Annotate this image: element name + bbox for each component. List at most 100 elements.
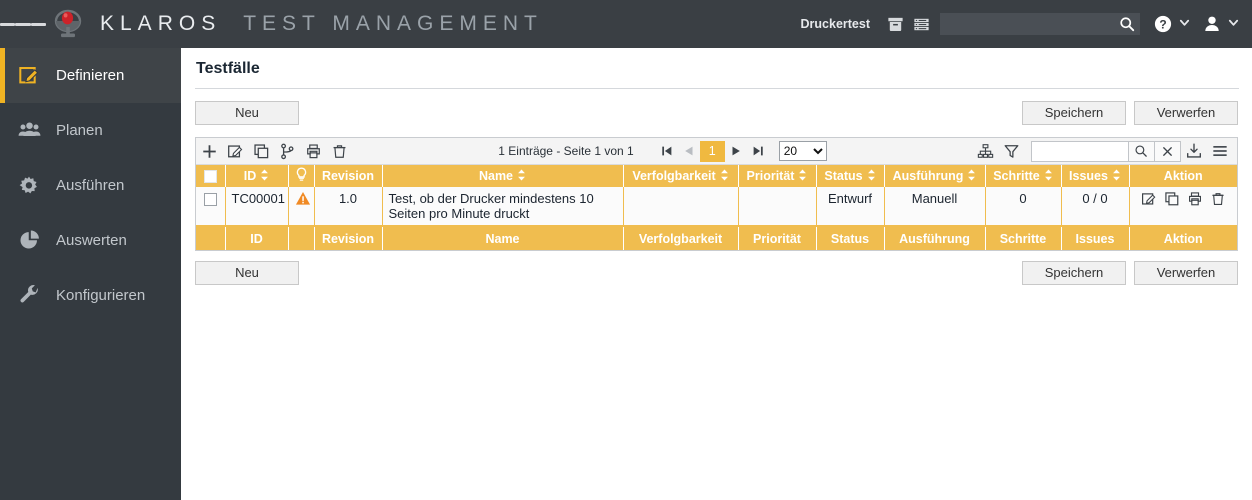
trash-icon[interactable]: [326, 139, 352, 163]
hamburger-icon[interactable]: [0, 0, 46, 48]
footcol-schritte: Schritte: [985, 226, 1062, 250]
cell-name[interactable]: Test, ob der Drucker mindestens 10 Seite…: [382, 187, 624, 227]
row-print-icon[interactable]: [1187, 191, 1203, 207]
footcol-status: Status: [816, 226, 885, 250]
help-circle-icon[interactable]: ?: [1150, 11, 1176, 37]
new-button-bottom[interactable]: Neu: [195, 261, 299, 285]
filter-clear-close-icon[interactable]: [1153, 141, 1180, 161]
col-select-all[interactable]: [196, 165, 226, 187]
discard-button-top[interactable]: Verwerfen: [1134, 101, 1238, 125]
table-filter-box[interactable]: [1030, 140, 1181, 162]
row-copy-icon[interactable]: [1164, 191, 1180, 207]
sidebar-item-label: Planen: [56, 122, 103, 139]
branch-icon[interactable]: [274, 139, 300, 163]
col-ausfuehrung[interactable]: Ausführung: [884, 165, 986, 187]
page-size-select[interactable]: 20: [778, 141, 827, 161]
klaros-logo[interactable]: [46, 0, 90, 48]
top-button-row: Neu Speichern Verwerfen: [195, 101, 1238, 125]
discard-button-bottom[interactable]: Verwerfen: [1134, 261, 1238, 285]
archive-box-icon[interactable]: [882, 11, 908, 37]
sort-icon[interactable]: [720, 169, 729, 184]
hamburger-bar: [0, 22, 16, 26]
sidebar-item-label: Definieren: [56, 67, 125, 84]
footcol-verfolgbarkeit: Verfolgbarkeit: [623, 226, 739, 250]
sidebar-item-definieren[interactable]: Definieren: [0, 48, 181, 103]
testcase-id-link[interactable]: TC00001: [232, 191, 285, 206]
warning-triangle-icon[interactable]: [295, 191, 311, 209]
main-content: Testfälle Neu Speichern Verwerfen 1 Eint…: [181, 48, 1252, 500]
footcol-select: [196, 226, 226, 250]
svg-text:?: ?: [1159, 17, 1166, 31]
row-checkbox[interactable]: [203, 193, 217, 207]
last-page-icon[interactable]: [747, 140, 769, 162]
col-schritte[interactable]: Schritte: [985, 165, 1062, 187]
col-id[interactable]: ID: [225, 165, 289, 187]
sidebar-item-konfigurieren[interactable]: Konfigurieren: [0, 268, 181, 323]
list-menu-icon[interactable]: [1207, 139, 1233, 163]
row-trash-icon[interactable]: [1210, 191, 1226, 207]
sort-icon[interactable]: [1112, 169, 1121, 184]
footcol-ausfuehrung: Ausführung: [884, 226, 986, 250]
sidebar-item-ausfuehren[interactable]: Ausführen: [0, 158, 181, 213]
print-icon[interactable]: [300, 139, 326, 163]
col-issues[interactable]: Issues: [1061, 165, 1130, 187]
sort-icon[interactable]: [967, 169, 976, 184]
table-filter-input[interactable]: [1031, 141, 1128, 161]
current-page-number[interactable]: 1: [699, 140, 725, 162]
sidebar: Definieren Planen Ausführen Auswerten Ko…: [0, 48, 181, 500]
edit-square-icon[interactable]: [222, 139, 248, 163]
sort-icon[interactable]: [798, 169, 807, 184]
users-group-icon: [18, 119, 52, 142]
filter-search-icon[interactable]: [1127, 141, 1154, 161]
sort-icon[interactable]: [517, 169, 526, 184]
filter-icon[interactable]: [999, 139, 1025, 163]
col-issues-label: Issues: [1069, 169, 1108, 183]
prev-page-icon[interactable]: [678, 140, 700, 162]
sitemap-icon[interactable]: [973, 139, 999, 163]
cell-issues: 0 / 0: [1061, 187, 1130, 227]
download-icon[interactable]: [1181, 139, 1207, 163]
global-search-input[interactable]: [940, 14, 1114, 34]
next-page-icon[interactable]: [725, 140, 747, 162]
save-button-bottom[interactable]: Speichern: [1022, 261, 1126, 285]
sidebar-item-planen[interactable]: Planen: [0, 103, 181, 158]
cell-schritte: 0: [985, 187, 1062, 227]
table-toolbar: 1 Einträge - Seite 1 von 1 1 20: [196, 138, 1237, 165]
sort-icon[interactable]: [260, 169, 269, 184]
sort-icon[interactable]: [1044, 169, 1053, 184]
table-row[interactable]: TC00001 1.0 Test, ob der Drucker mindest…: [196, 187, 1237, 227]
row-select-cell[interactable]: [196, 187, 226, 227]
pagination-controls: 1 20: [656, 140, 827, 162]
col-name-label: Name: [478, 169, 514, 183]
user-icon[interactable]: [1199, 11, 1225, 37]
sidebar-item-label: Auswerten: [56, 232, 127, 249]
brand-test-management: TEST MANAGEMENT: [243, 12, 543, 35]
cell-revision: 1.0: [314, 187, 383, 227]
row-edit-square-icon[interactable]: [1141, 191, 1157, 207]
global-search[interactable]: [940, 13, 1140, 35]
cell-id[interactable]: TC00001: [225, 187, 289, 227]
sidebar-item-auswerten[interactable]: Auswerten: [0, 213, 181, 268]
select-all-checkbox[interactable]: [203, 170, 217, 184]
table-foot: ID Revision Name Verfolgbarkeit Prioritä…: [196, 226, 1237, 250]
footcol-id: ID: [225, 226, 289, 250]
plus-icon[interactable]: [196, 139, 222, 163]
copy-icon[interactable]: [248, 139, 274, 163]
server-rack-icon[interactable]: [908, 11, 934, 37]
col-revision: Revision: [314, 165, 383, 187]
col-status[interactable]: Status: [816, 165, 885, 187]
col-verfolgbarkeit[interactable]: Verfolgbarkeit: [623, 165, 739, 187]
footcol-lightbulb: [288, 226, 315, 250]
col-prioritaet[interactable]: Priorität: [738, 165, 817, 187]
col-name[interactable]: Name: [382, 165, 624, 187]
user-chevron-down-icon[interactable]: [1227, 16, 1240, 32]
cell-verfolgbarkeit: [623, 187, 739, 227]
brand-klaros: KLAROS: [100, 12, 222, 35]
save-button-top[interactable]: Speichern: [1022, 101, 1126, 125]
footcol-revision: Revision: [314, 226, 383, 250]
help-chevron-down-icon[interactable]: [1178, 16, 1191, 32]
new-button-top[interactable]: Neu: [195, 101, 299, 125]
first-page-icon[interactable]: [656, 140, 678, 162]
sort-icon[interactable]: [867, 169, 876, 184]
search-icon[interactable]: [1114, 16, 1140, 32]
